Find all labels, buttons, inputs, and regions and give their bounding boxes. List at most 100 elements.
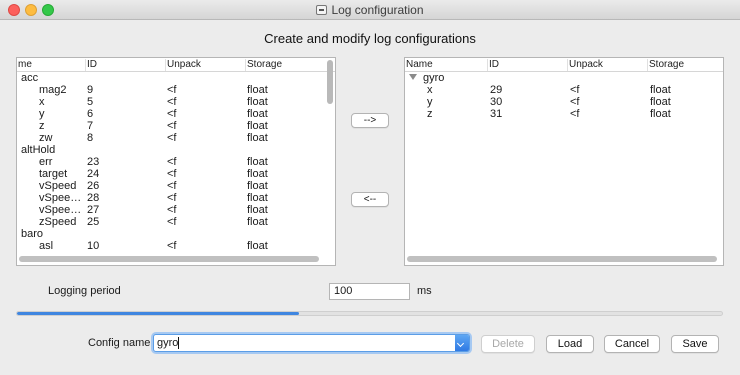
cell-text: 8 [87, 132, 94, 144]
tree-variable-row[interactable]: y 30 <f float [405, 96, 723, 108]
cell-unpack: <f [167, 132, 243, 144]
cell-text: <f [167, 192, 177, 204]
cell-name: z [409, 108, 487, 120]
cell-text: 10 [87, 240, 100, 252]
tree-variable-row[interactable]: target 24 <f float [17, 168, 335, 180]
text-caret [178, 337, 179, 349]
cell-text: float [650, 96, 671, 108]
available-variables-tree[interactable]: me ID Unpack Storage acc mag2 9 <f float x 5 <f… [16, 57, 336, 266]
cell-text: x [427, 84, 433, 96]
column-header-storage[interactable]: Storage [647, 59, 723, 71]
logging-period-input[interactable]: 100 [329, 283, 410, 300]
chevron-down-icon[interactable] [455, 335, 469, 351]
config-name-label: Config name [88, 337, 151, 349]
horizontal-scroll-thumb[interactable] [407, 256, 717, 262]
window-title-text: Log configuration [331, 3, 424, 17]
cell-text: <f [167, 120, 177, 132]
tree-variable-row[interactable]: x 5 <f float [17, 96, 335, 108]
cell-text: altHold [21, 144, 56, 156]
horizontal-scroll-thumb[interactable] [19, 256, 319, 262]
tree-group-row[interactable]: gyro [405, 72, 723, 84]
cell-name: acc [21, 72, 85, 84]
cell-text: <f [570, 84, 580, 96]
cell-text: 9 [87, 84, 94, 96]
cell-text: 25 [87, 216, 100, 228]
cell-text: 27 [87, 204, 100, 216]
cell-storage: float [247, 84, 323, 96]
horizontal-scrollbar[interactable] [407, 256, 719, 263]
config-tree-rows: gyro x 29 <f float y 30 <f float z 31 <f float [405, 72, 723, 120]
vertical-scroll-thumb[interactable] [327, 60, 333, 104]
config-variables-tree[interactable]: Name ID Unpack Storage gyro x 29 <f float y 30… [404, 57, 724, 266]
remove-from-config-button[interactable]: <-- [351, 192, 389, 207]
cell-unpack: <f [167, 96, 243, 108]
tree-variable-row[interactable]: err 23 <f float [17, 156, 335, 168]
available-tree-rows: acc mag2 9 <f float x 5 <f float y 6 <f float z 7 <f flo… [17, 72, 335, 252]
cell-storage: float [247, 204, 323, 216]
cell-text: zw [39, 132, 53, 144]
column-header-name[interactable]: me [17, 59, 85, 71]
delete-button[interactable]: Delete [481, 335, 535, 353]
cell-storage: float [247, 156, 323, 168]
cell-unpack: <f [570, 108, 646, 120]
load-button[interactable]: Load [546, 335, 594, 353]
tree-variable-row[interactable]: vSpee… 28 <f float [17, 192, 335, 204]
cell-text: 7 [87, 120, 94, 132]
progress-bar [16, 311, 723, 316]
cell-storage: float [247, 132, 323, 144]
tree-group-row[interactable]: altHold [17, 144, 335, 156]
cell-unpack: <f [570, 96, 646, 108]
cell-name: vSpee… [21, 204, 85, 216]
disclosure-triangle-icon[interactable] [409, 74, 417, 80]
cell-name: err [21, 156, 85, 168]
tree-variable-row[interactable]: z 7 <f float [17, 120, 335, 132]
cell-text: acc [21, 72, 39, 84]
cell-text: float [247, 192, 268, 204]
logging-period-unit: ms [417, 285, 432, 297]
cell-storage: float [247, 180, 323, 192]
tree-variable-row[interactable]: asl 10 <f float [17, 240, 335, 252]
cell-storage: float [247, 192, 323, 204]
tree-variable-row[interactable]: zw 8 <f float [17, 132, 335, 144]
cell-text: float [247, 240, 268, 252]
tree-variable-row[interactable]: z 31 <f float [405, 108, 723, 120]
column-header-name[interactable]: Name [405, 59, 487, 71]
cell-text: <f [167, 204, 177, 216]
save-button[interactable]: Save [671, 335, 719, 353]
tree-group-row[interactable]: baro [17, 228, 335, 240]
cell-text: <f [167, 180, 177, 192]
tree-variable-row[interactable]: vSpeed 26 <f float [17, 180, 335, 192]
config-name-combobox[interactable]: gyro [153, 334, 470, 352]
cell-storage: float [247, 108, 323, 120]
config-name-value[interactable]: gyro [157, 337, 178, 349]
cell-text: <f [167, 216, 177, 228]
cell-text: 29 [490, 84, 503, 96]
cell-storage: float [650, 84, 720, 96]
cell-text: y [39, 108, 45, 120]
column-header-unpack[interactable]: Unpack [567, 59, 647, 71]
cancel-button[interactable]: Cancel [604, 335, 660, 353]
column-header-id[interactable]: ID [85, 59, 165, 71]
cell-text: vSpeed [39, 180, 77, 192]
tree-variable-row[interactable]: x 29 <f float [405, 84, 723, 96]
cell-storage: float [247, 120, 323, 132]
cell-id: 9 [87, 84, 163, 96]
column-header-storage[interactable]: Storage [245, 59, 335, 71]
tree-variable-row[interactable]: vSpee… 27 <f float [17, 204, 335, 216]
tree-variable-row[interactable]: zSpeed 25 <f float [17, 216, 335, 228]
cell-unpack: <f [167, 156, 243, 168]
add-to-config-button[interactable]: --> [351, 113, 389, 128]
cell-text: float [247, 180, 268, 192]
cell-text: <f [167, 108, 177, 120]
column-header-unpack[interactable]: Unpack [165, 59, 245, 71]
config-tree-header: Name ID Unpack Storage [405, 58, 723, 72]
tree-variable-row[interactable]: mag2 9 <f float [17, 84, 335, 96]
tree-group-row[interactable]: acc [17, 72, 335, 84]
cell-storage: float [650, 108, 720, 120]
cell-name: vSpee… [21, 192, 85, 204]
column-header-id[interactable]: ID [487, 59, 567, 71]
horizontal-scrollbar[interactable] [19, 256, 323, 263]
tree-variable-row[interactable]: y 6 <f float [17, 108, 335, 120]
vertical-scrollbar[interactable] [327, 60, 333, 250]
cell-id: 28 [87, 192, 163, 204]
